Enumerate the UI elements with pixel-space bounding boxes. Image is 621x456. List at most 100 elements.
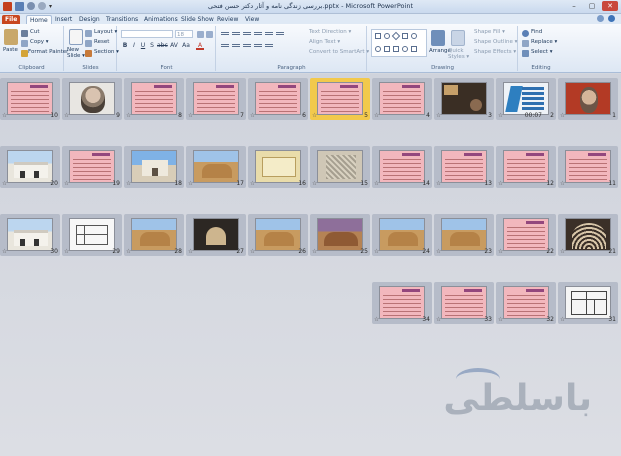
slide-thumbnail-1[interactable]: ☆ 1 <box>558 78 618 120</box>
new-slide-icon[interactable] <box>69 29 83 45</box>
align-text-button[interactable]: Align Text ▾ <box>309 39 340 45</box>
transition-star-icon[interactable]: ☆ <box>374 180 379 187</box>
transition-star-icon[interactable]: ☆ <box>126 180 131 187</box>
slide-thumbnail-8[interactable]: ☆ 8 <box>124 78 184 120</box>
shrink-font-icon[interactable] <box>206 31 213 38</box>
section-button[interactable]: Section ▾ <box>94 49 119 55</box>
slide-thumbnail-22[interactable]: ☆ 22 <box>496 214 556 256</box>
quick-styles-icon[interactable] <box>451 30 465 46</box>
strikethrough-icon[interactable]: abc <box>157 42 168 50</box>
layout-button[interactable]: Layout ▾ <box>94 29 117 35</box>
paste-button[interactable]: Paste <box>3 47 18 53</box>
transition-star-icon[interactable]: ☆ <box>126 248 131 255</box>
rtl-icon[interactable] <box>265 31 273 37</box>
tab-insert[interactable]: Insert <box>52 15 75 24</box>
transition-star-icon[interactable]: ☆ <box>374 248 379 255</box>
reset-button[interactable]: Reset <box>94 39 109 45</box>
change-case-icon[interactable]: Aa <box>182 42 190 50</box>
slide-thumbnail-13[interactable]: ☆ 13 <box>434 146 494 188</box>
slide-thumbnail-5[interactable]: ☆ 5 <box>310 78 370 120</box>
transition-star-icon[interactable]: ☆ <box>188 248 193 255</box>
transition-star-icon[interactable]: ☆ <box>2 112 7 119</box>
transition-star-icon[interactable]: ☆ <box>374 316 379 323</box>
text-direction-button[interactable]: Text Direction ▾ <box>309 29 351 35</box>
align-left-icon[interactable] <box>221 43 229 49</box>
paste-icon[interactable] <box>4 29 18 45</box>
quick-styles-button[interactable]: Quick Styles ▾ <box>448 48 470 60</box>
italic-icon[interactable]: I <box>130 42 138 50</box>
transition-star-icon[interactable]: ☆ <box>312 248 317 255</box>
shape-effects-button[interactable]: Shape Effects ▾ <box>474 49 516 55</box>
grow-font-icon[interactable] <box>197 31 204 38</box>
slide-thumbnail-10[interactable]: ☆ 10 <box>0 78 60 120</box>
find-button[interactable]: Find <box>531 29 542 35</box>
slide-thumbnail-14[interactable]: ☆ 14 <box>372 146 432 188</box>
tab-animations[interactable]: Animations <box>141 15 181 24</box>
transition-star-icon[interactable]: ☆ <box>250 180 255 187</box>
format-painter-button[interactable]: Format Painter <box>28 49 68 55</box>
tab-home[interactable]: Home <box>26 15 52 24</box>
transition-star-icon[interactable]: ☆ <box>250 112 255 119</box>
transition-star-icon[interactable]: ☆ <box>436 248 441 255</box>
arrange-icon[interactable] <box>431 30 445 46</box>
slide-thumbnail-21[interactable]: ☆ 21 <box>558 214 618 256</box>
slide-thumbnail-18[interactable]: ☆ 18 <box>124 146 184 188</box>
shapes-gallery[interactable] <box>371 29 427 57</box>
transition-star-icon[interactable]: ☆ <box>498 112 503 119</box>
bullets-icon[interactable] <box>221 31 229 37</box>
transition-star-icon[interactable]: ☆ <box>560 316 565 323</box>
transition-star-icon[interactable]: ☆ <box>250 248 255 255</box>
slide-thumbnail-17[interactable]: ☆ 17 <box>186 146 246 188</box>
close-button[interactable]: ✕ <box>602 1 618 11</box>
copy-button[interactable]: Copy ▾ <box>30 39 48 45</box>
slide-thumbnail-30[interactable]: ☆ 30 <box>0 214 60 256</box>
slide-thumbnail-26[interactable]: ☆ 26 <box>248 214 308 256</box>
tab-file[interactable]: File <box>2 15 21 24</box>
columns-icon[interactable] <box>265 43 273 49</box>
convert-smartart-button[interactable]: Convert to SmartArt ▾ <box>309 49 369 55</box>
tab-design[interactable]: Design <box>76 15 103 24</box>
slide-thumbnail-16[interactable]: ☆ 16 <box>248 146 308 188</box>
transition-star-icon[interactable]: ☆ <box>560 248 565 255</box>
slide-thumbnail-12[interactable]: ☆ 12 <box>496 146 556 188</box>
transition-star-icon[interactable]: ☆ <box>436 112 441 119</box>
transition-star-icon[interactable]: ☆ <box>560 112 565 119</box>
transition-star-icon[interactable]: ☆ <box>312 180 317 187</box>
shadow-icon[interactable]: S <box>148 42 156 50</box>
slide-thumbnail-4[interactable]: ☆ 4 <box>372 78 432 120</box>
transition-star-icon[interactable]: ☆ <box>188 180 193 187</box>
slide-thumbnail-31[interactable]: ☆ 31 <box>558 282 618 324</box>
slide-thumbnail-23[interactable]: ☆ 23 <box>434 214 494 256</box>
transition-star-icon[interactable]: ☆ <box>498 180 503 187</box>
slide-thumbnail-32[interactable]: ☆ 32 <box>496 282 556 324</box>
maximize-button[interactable]: ▢ <box>584 1 600 11</box>
decrease-indent-icon[interactable] <box>243 31 251 37</box>
increase-indent-icon[interactable] <box>254 31 262 37</box>
slide-thumbnail-28[interactable]: ☆ 28 <box>124 214 184 256</box>
slide-thumbnail-3[interactable]: ☆ 3 <box>434 78 494 120</box>
transition-star-icon[interactable]: ☆ <box>64 248 69 255</box>
bold-icon[interactable]: B <box>121 42 129 50</box>
tab-view[interactable]: View <box>242 15 262 24</box>
font-size-dropdown[interactable]: 18 <box>175 30 193 38</box>
numbering-icon[interactable] <box>232 31 240 37</box>
shape-outline-button[interactable]: Shape Outline ▾ <box>474 39 517 45</box>
transition-star-icon[interactable]: ☆ <box>312 112 317 119</box>
justify-icon[interactable] <box>254 43 262 49</box>
slide-thumbnail-2[interactable]: ☆ 00:07 2 <box>496 78 556 120</box>
new-slide-button[interactable]: New Slide ▾ <box>67 47 87 59</box>
slide-thumbnail-29[interactable]: ☆ 29 <box>62 214 122 256</box>
slide-thumbnail-6[interactable]: ☆ 6 <box>248 78 308 120</box>
minimize-button[interactable]: – <box>566 1 582 11</box>
help-icon[interactable] <box>608 15 615 22</box>
slide-thumbnail-27[interactable]: ☆ 27 <box>186 214 246 256</box>
tab-slide-show[interactable]: Slide Show <box>178 15 217 24</box>
line-spacing-icon[interactable] <box>276 31 284 37</box>
slide-thumbnail-20[interactable]: ☆ 20 <box>0 146 60 188</box>
transition-star-icon[interactable]: ☆ <box>498 248 503 255</box>
align-center-icon[interactable] <box>232 43 240 49</box>
cut-button[interactable]: Cut <box>30 29 39 35</box>
transition-star-icon[interactable]: ☆ <box>2 248 7 255</box>
spacing-icon[interactable]: AV <box>170 42 178 50</box>
transition-star-icon[interactable]: ☆ <box>498 316 503 323</box>
